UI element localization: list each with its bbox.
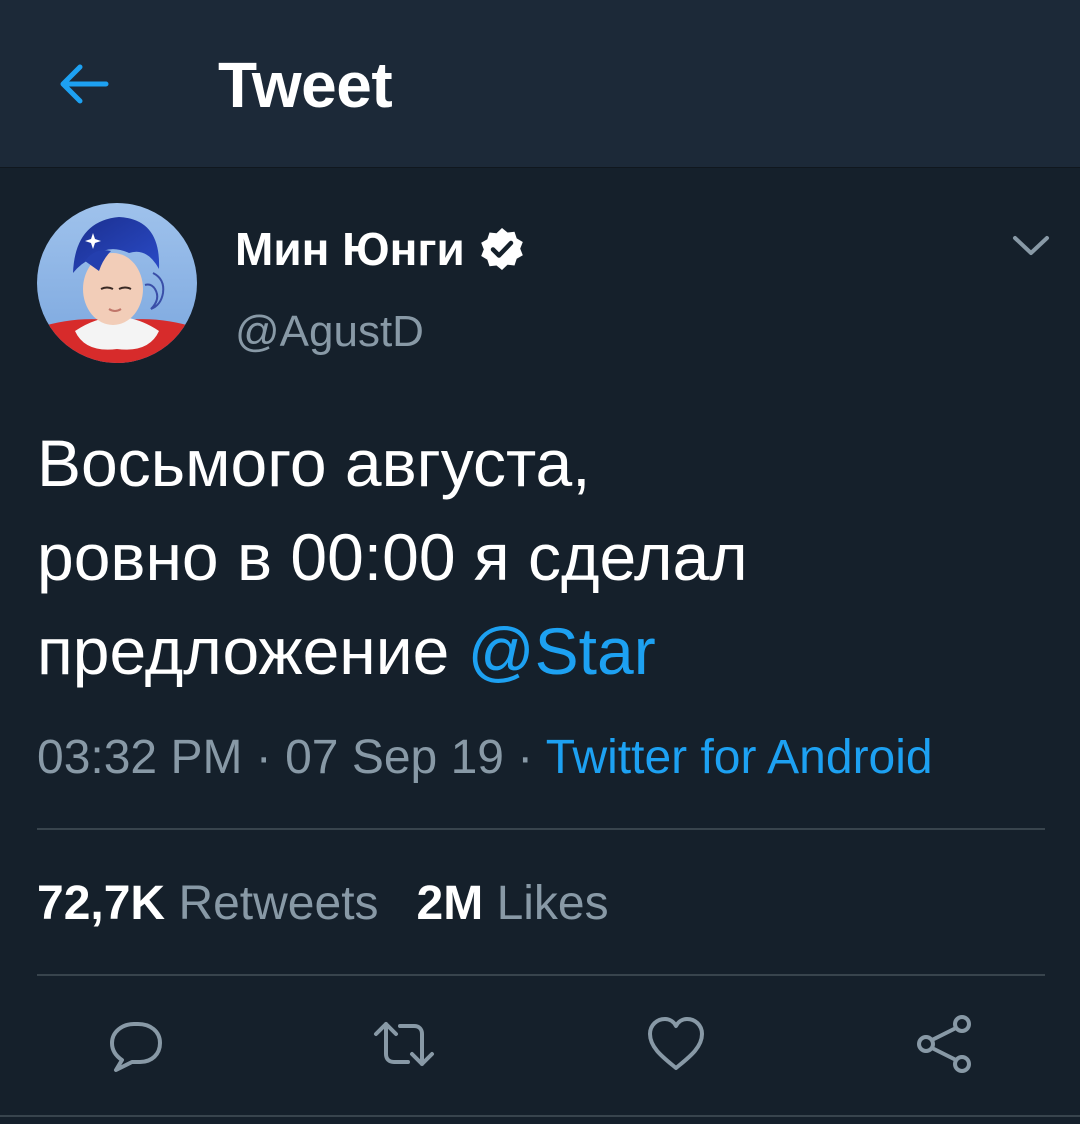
meta-separator: · [503,731,546,784]
avatar[interactable] [37,203,197,363]
retweets-label: Retweets [178,877,379,930]
retweets-count: 72,7K [37,877,166,930]
tweet-text-line-3: предложение @Star [37,604,1047,698]
divider [0,1115,1080,1117]
reply-icon [110,1022,162,1072]
author-display-name: Мин Юнги [235,223,465,275]
arrow-left-icon [60,64,109,104]
tweet-text: Восьмого августа, ровно в 00:00 я сделал… [37,416,1047,698]
tweet-menu-button[interactable] [1010,228,1052,264]
author-handle[interactable]: @AgustD [235,307,424,357]
tweet-text-line-3-text: предложение [37,614,468,688]
tweet-metadata: 03:32 PM · 07 Sep 19 · Twitter for Andro… [37,730,933,785]
tweet-source-link[interactable]: Twitter for Android [546,731,933,784]
back-button[interactable] [52,52,116,116]
author-name[interactable]: Мин Юнги [235,222,525,276]
heart-icon [648,1017,704,1070]
verified-badge-icon [481,228,523,270]
reply-button[interactable] [104,1012,168,1076]
share-button[interactable] [912,1012,976,1076]
top-app-bar: Tweet [0,0,1080,168]
divider [37,974,1045,976]
chevron-down-icon [1013,236,1049,255]
tweet-stats: 72,7K Retweets 2M Likes [37,876,609,931]
tweet-date: 07 Sep 19 [285,731,504,784]
tweet-time: 03:32 PM [37,731,243,784]
tweet-text-line-1: Восьмого августа, [37,426,591,500]
likes-label: Likes [496,877,609,930]
retweet-icon [374,1022,434,1066]
retweets-stat[interactable]: 72,7K Retweets [37,877,379,930]
retweet-button[interactable] [372,1012,436,1076]
likes-count: 2M [416,877,484,930]
like-button[interactable] [644,1012,708,1076]
share-icon [917,1015,971,1073]
divider [37,828,1045,830]
mention-link[interactable]: @Star [468,614,656,688]
meta-separator: · [242,731,286,784]
avatar-image [37,203,197,363]
likes-stat[interactable]: 2M Likes [417,877,609,930]
tweet-text-line-2: ровно в 00:00 я сделал [37,520,748,594]
page-title: Tweet [218,49,393,121]
